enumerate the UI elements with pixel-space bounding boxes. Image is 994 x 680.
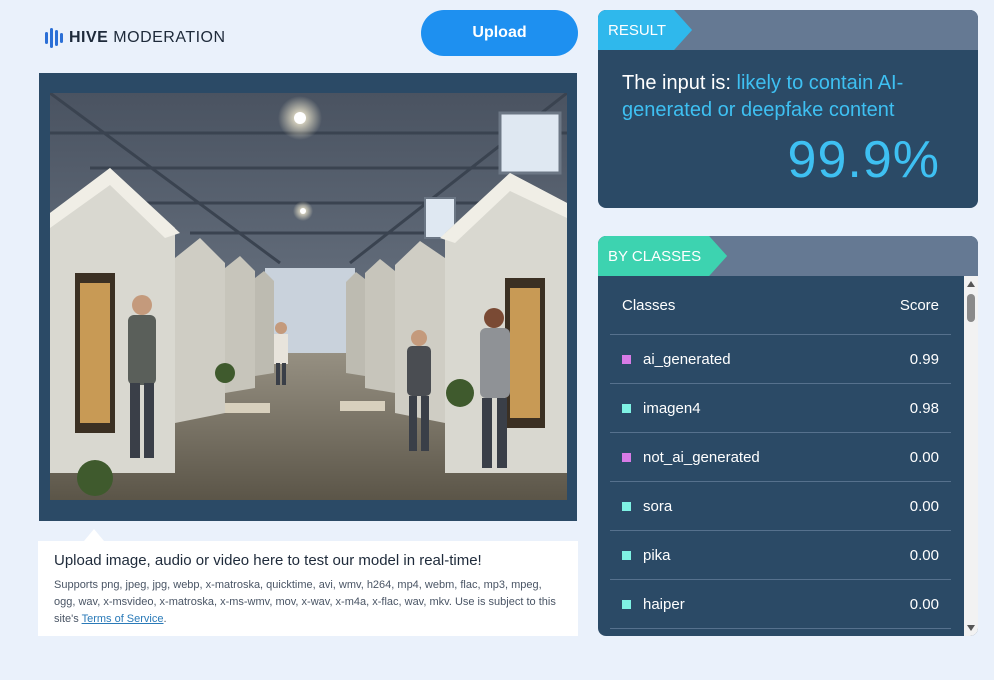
scroll-down-arrow-icon[interactable]: [967, 625, 975, 631]
logo-light-text: MODERATION: [113, 29, 226, 46]
table-row: ai_generated 0.99: [610, 335, 951, 384]
class-color-square: [622, 403, 631, 413]
class-name: pika: [643, 546, 671, 564]
upload-button[interactable]: Upload: [421, 10, 578, 56]
class-name: not_ai_generated: [643, 448, 760, 466]
image-preview-panel: [39, 73, 577, 521]
class-score: 0.98: [909, 399, 939, 417]
uploaded-image: [50, 93, 567, 500]
result-card: RESULT The input is: likely to contain A…: [598, 10, 978, 208]
terms-of-service-link[interactable]: Terms of Service: [82, 613, 164, 625]
result-verdict: The input is: likely to contain AI-gener…: [622, 70, 942, 124]
logo-text: HIVE MODERATION: [69, 29, 226, 47]
class-name: haiper: [643, 595, 685, 613]
class-color-square: [622, 452, 631, 462]
classes-card: BY CLASSES Classes Score ai_generated 0.…: [598, 236, 978, 636]
classes-tag: BY CLASSES: [598, 236, 727, 276]
class-score: 0.99: [909, 350, 939, 368]
upload-headline: Upload image, audio or video here to tes…: [54, 552, 482, 569]
uploaded-image-graphic: [50, 93, 567, 500]
class-score: 0.00: [909, 546, 939, 564]
upload-info-pointer: [84, 529, 104, 541]
class-name: imagen4: [643, 399, 701, 417]
supported-formats-text: Supports png, jpeg, jpg, webp, x-matrosk…: [54, 577, 562, 628]
class-score: 0.00: [909, 497, 939, 515]
result-card-header: RESULT: [598, 10, 978, 50]
result-tag: RESULT: [598, 10, 692, 50]
class-name: ai_generated: [643, 350, 731, 368]
logo-bold-text: HIVE: [69, 29, 109, 46]
class-name: sora: [643, 497, 673, 515]
table-row: not_ai_generated 0.00: [610, 433, 951, 482]
class-color-square: [622, 501, 631, 511]
class-score: 0.00: [909, 448, 939, 466]
table-row: pika 0.00: [610, 531, 951, 580]
classes-scrollbar[interactable]: [964, 276, 978, 636]
class-color-square: [622, 354, 631, 364]
classes-table: Classes Score ai_generated 0.99 imagen4 …: [610, 276, 951, 629]
table-row: haiper 0.00: [610, 580, 951, 629]
upload-info-box[interactable]: Upload image, audio or video here to tes…: [38, 541, 578, 636]
class-color-square: [622, 550, 631, 560]
result-prefix: The input is:: [622, 72, 737, 94]
classes-table-header: Classes Score: [610, 276, 951, 335]
scrollbar-thumb[interactable]: [967, 294, 975, 322]
hive-logo-icon: [45, 28, 63, 48]
class-score: 0.00: [909, 595, 939, 613]
column-header-classes: Classes: [622, 296, 676, 314]
terms-suffix: .: [163, 613, 167, 625]
scroll-up-arrow-icon[interactable]: [967, 281, 975, 287]
hive-logo[interactable]: HIVE MODERATION: [45, 28, 226, 48]
table-row: imagen4 0.98: [610, 384, 951, 433]
class-color-square: [622, 599, 631, 609]
classes-card-header: BY CLASSES: [598, 236, 978, 276]
table-row: sora 0.00: [610, 482, 951, 531]
result-score: 99.9%: [787, 131, 940, 189]
column-header-score: Score: [899, 296, 939, 314]
